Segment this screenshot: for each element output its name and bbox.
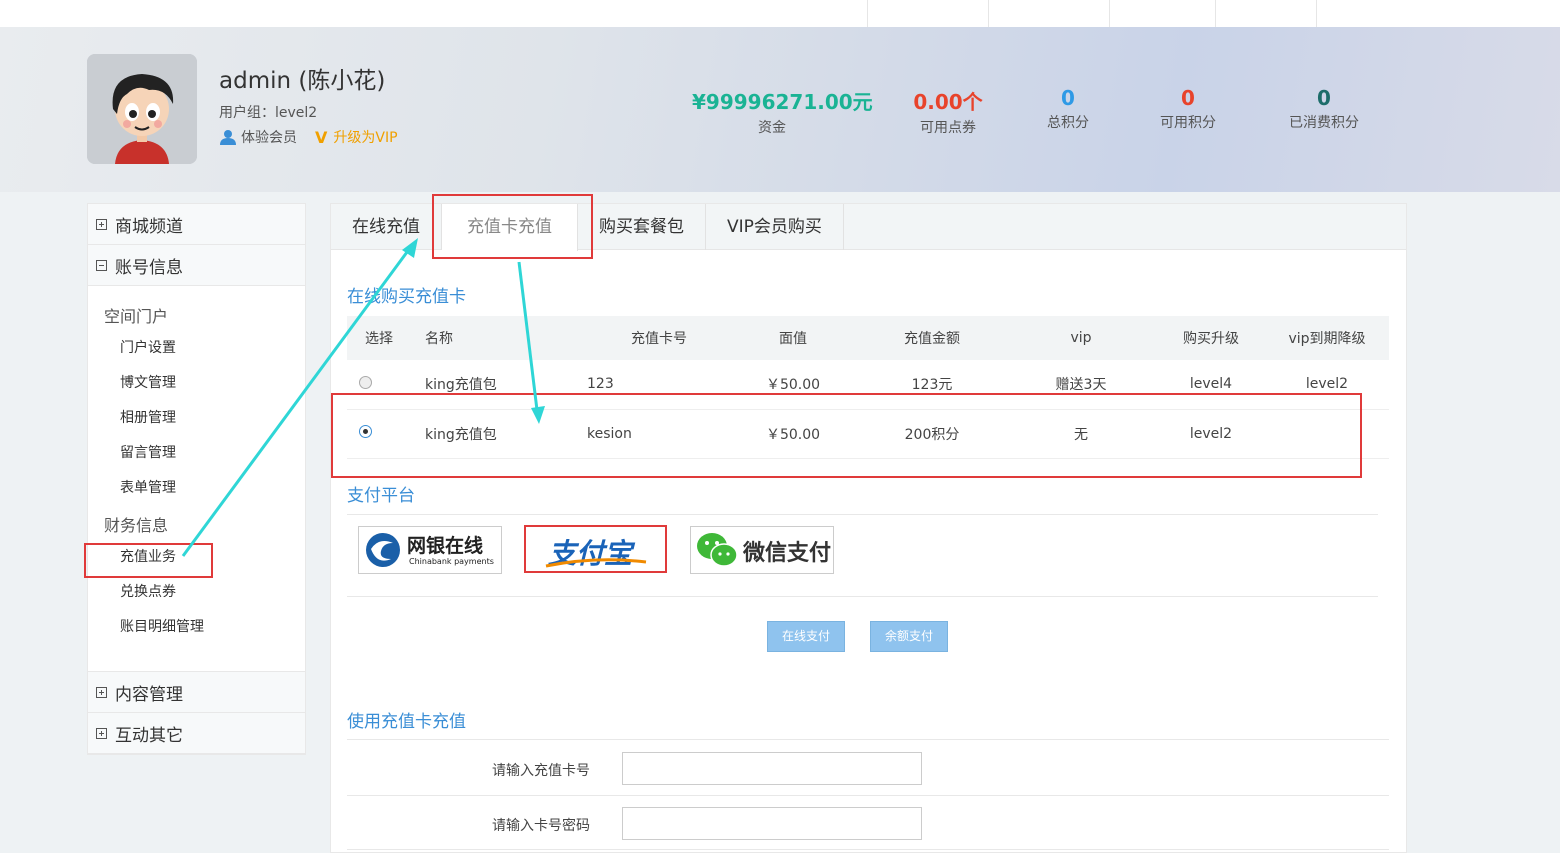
sidebar-item-ledger[interactable]: 账目明细管理 <box>88 610 305 645</box>
stat-consumed-points: 0 已消费积分 <box>1274 86 1374 132</box>
card-password-label: 请输入卡号密码 <box>492 818 590 834</box>
stat-value: 0 <box>1181 86 1195 110</box>
sidebar-item-forms[interactable]: 表单管理 <box>88 471 305 506</box>
sidebar: 商城频道 账号信息 空间门户 门户设置 博文管理 相册管理 留言管理 表单管理 … <box>87 203 306 755</box>
user-level-row: 体验会员 V 升级为VIP <box>219 127 398 147</box>
main-panel: 在线充值 充值卡充值 购买套餐包 VIP会员购买 在线购买充值卡 选择 名称 充… <box>330 203 1407 853</box>
card-password-input[interactable] <box>622 807 922 840</box>
column-header: 充值金额 <box>859 316 1005 360</box>
sidebar-item-blog[interactable]: 博文管理 <box>88 366 305 401</box>
user-banner: admin (陈小花) 用户组：level2 体验会员 V 升级为VIP ¥99… <box>0 27 1560 192</box>
highlight-box-alipay <box>524 525 667 573</box>
sidebar-section-label: 账号信息 <box>115 257 183 278</box>
divider <box>347 795 1389 796</box>
wechat-icon <box>697 533 738 567</box>
divider <box>347 596 1378 597</box>
member-type: 体验会员 <box>241 130 297 146</box>
avatar[interactable] <box>87 54 197 164</box>
tab-online-recharge[interactable]: 在线充值 <box>331 204 442 250</box>
section-title-use-card: 使用充值卡充值 <box>347 712 466 732</box>
top-bar-divider <box>867 0 868 27</box>
stat-value: 0.00个 <box>913 90 983 114</box>
column-header: 面值 <box>727 316 859 360</box>
online-pay-button[interactable]: 在线支付 <box>767 621 845 652</box>
tab-buy-package[interactable]: 购买套餐包 <box>578 204 706 250</box>
stat-label: 总积分 <box>1047 115 1089 131</box>
stat-value: 0 <box>1317 86 1331 110</box>
stat-label: 可用点券 <box>920 120 976 136</box>
chinabank-logo[interactable]: 网银在线 Chinabank payments <box>358 526 502 574</box>
sidebar-section-account[interactable]: 账号信息 <box>88 245 305 286</box>
divider <box>347 739 1389 740</box>
column-header: 充值卡号 <box>567 316 727 360</box>
tab-vip-purchase[interactable]: VIP会员购买 <box>706 204 844 250</box>
stat-label: 可用积分 <box>1160 115 1216 131</box>
upgrade-vip-label: 升级为VIP <box>333 130 398 146</box>
highlight-box-sidebar <box>84 543 213 578</box>
stat-label: 资金 <box>758 120 786 136</box>
stat-coupons: 0.00个 可用点券 <box>898 86 998 137</box>
sidebar-item-exchange[interactable]: 兑换点券 <box>88 575 305 610</box>
sidebar-section-label: 商城频道 <box>115 216 183 237</box>
user-icon <box>220 130 236 145</box>
stat-value: 0 <box>1061 86 1075 110</box>
sidebar-section-interactive[interactable]: 互动其它 <box>88 713 305 754</box>
balance-pay-button[interactable]: 余额支付 <box>870 621 948 652</box>
sidebar-section-label: 内容管理 <box>115 684 183 705</box>
vip-icon: V <box>315 127 328 147</box>
table-header-row: 选择 名称 充值卡号 面值 充值金额 vip 购买升级 vip到期降级 <box>347 316 1389 360</box>
expand-icon <box>96 686 107 698</box>
chinabank-name: 网银在线 <box>407 535 484 557</box>
sidebar-item-messages[interactable]: 留言管理 <box>88 436 305 471</box>
sidebar-group-portal: 空间门户 <box>104 307 169 326</box>
select-radio[interactable] <box>359 375 372 389</box>
column-header: 选择 <box>347 316 413 360</box>
sidebar-group-finance: 财务信息 <box>104 516 169 535</box>
stat-value: ¥99996271.00元 <box>692 90 873 114</box>
stat-total-points: 0 总积分 <box>1028 86 1108 132</box>
sidebar-section-label: 互动其它 <box>115 725 183 746</box>
top-bar-divider <box>1215 0 1216 27</box>
card-number-input[interactable] <box>622 752 922 785</box>
highlight-box-row <box>331 393 1362 478</box>
sidebar-item-album[interactable]: 相册管理 <box>88 401 305 436</box>
stat-funds: ¥99996271.00元 资金 <box>692 86 873 137</box>
avatar-cartoon-icon <box>87 54 197 164</box>
wechat-pay-name: 微信支付 <box>743 541 832 566</box>
sidebar-account-body: 空间门户 门户设置 博文管理 相册管理 留言管理 表单管理 财务信息 充值业务 … <box>88 286 305 672</box>
expand-icon <box>96 727 107 739</box>
top-bar-divider <box>1109 0 1110 27</box>
collapse-icon <box>96 259 107 271</box>
sidebar-item-portal-settings[interactable]: 门户设置 <box>88 331 305 366</box>
sidebar-section-content[interactable]: 内容管理 <box>88 672 305 713</box>
chinabank-sub: Chinabank payments <box>409 557 494 566</box>
section-title-pay-platform: 支付平台 <box>347 486 415 506</box>
column-header: 购买升级 <box>1157 316 1265 360</box>
top-bar-divider <box>1316 0 1317 27</box>
column-header: vip <box>1005 316 1157 360</box>
user-group: 用户组：level2 <box>219 105 318 121</box>
wechat-pay-logo[interactable]: 微信支付 <box>690 526 834 574</box>
divider <box>347 849 1389 850</box>
column-header: 名称 <box>413 316 567 360</box>
stat-label: 已消费积分 <box>1289 115 1359 131</box>
divider <box>347 514 1378 515</box>
highlight-box-tab <box>432 194 593 259</box>
upgrade-vip-link[interactable]: V 升级为VIP <box>315 127 398 147</box>
stat-available-points: 0 可用积分 <box>1148 86 1228 132</box>
sidebar-section-mall[interactable]: 商城频道 <box>88 204 305 245</box>
expand-icon <box>96 218 107 230</box>
top-bar <box>0 0 1560 27</box>
column-header: vip到期降级 <box>1265 316 1389 360</box>
card-number-label: 请输入充值卡号 <box>492 763 590 779</box>
user-name: admin (陈小花) <box>219 68 386 94</box>
section-title-buy-card: 在线购买充值卡 <box>347 287 466 307</box>
top-bar-divider <box>988 0 989 27</box>
